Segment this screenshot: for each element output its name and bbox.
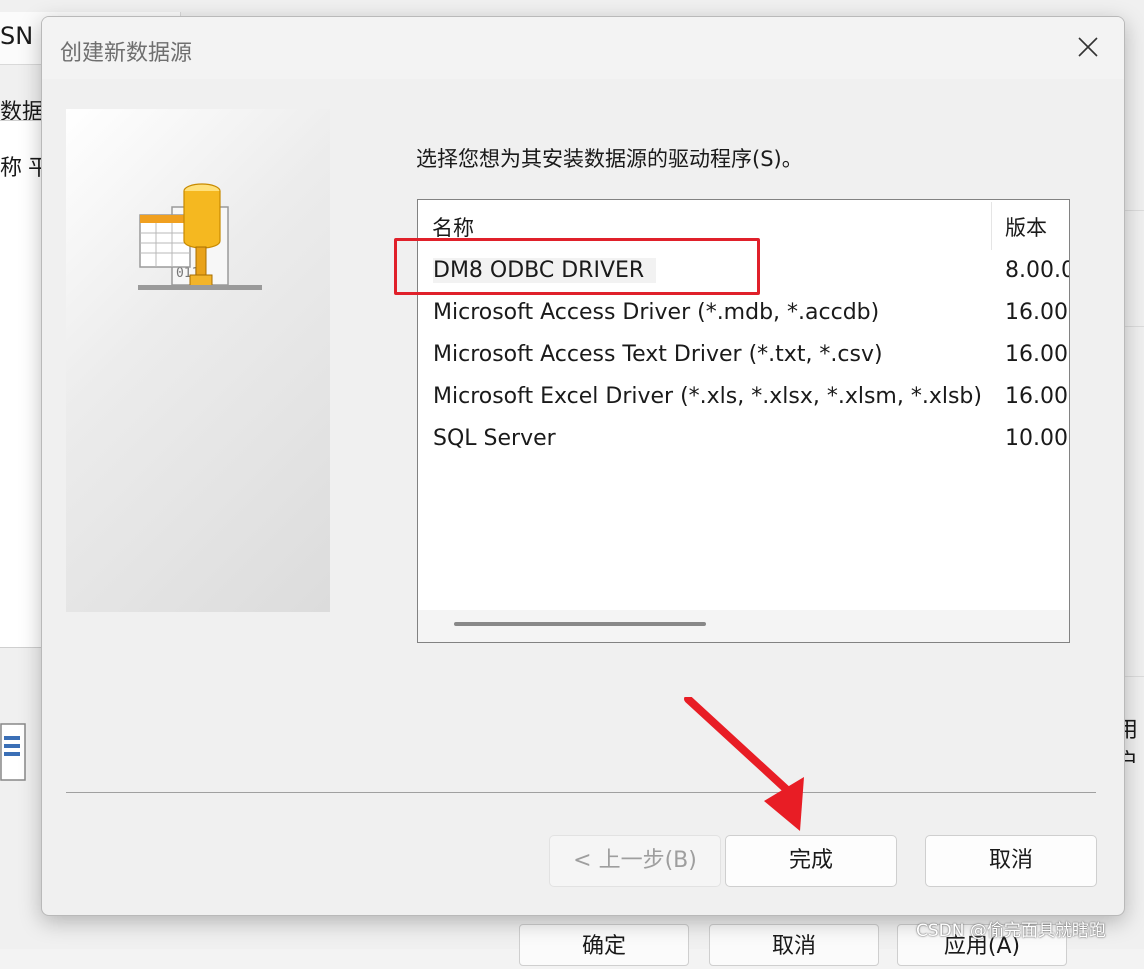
cancel-button[interactable]: 取消 [925,835,1097,887]
create-data-source-dialog: 创建新数据源 0110 选择您想为其安装数据源的驱动程序(S)。 名称 版本 D… [41,16,1125,916]
driver-name: Microsoft Access Text Driver (*.txt, *.c… [433,342,883,367]
driver-version: 16.00 [1005,342,1068,367]
driver-name: Microsoft Excel Driver (*.xls, *.xlsx, *… [433,384,982,409]
parent-column-header: 称 [0,156,23,181]
wizard-side-image: 0110 [66,109,330,612]
parent-tab-label: SN [0,22,34,50]
odbc-document-icon [0,722,26,782]
column-header-version[interactable]: 版本 [1005,212,1047,242]
database-network-icon: 0110 [138,183,262,290]
footer-divider [66,792,1096,793]
driver-list[interactable]: 名称 版本 DM8 ODBC DRIVER 8.00.0 Microsoft A… [417,199,1070,643]
horizontal-scrollbar[interactable] [418,610,1069,642]
close-icon [1078,37,1098,57]
scrollbar-thumb[interactable] [454,622,706,626]
watermark: CSDN @偷完面具就瞎跑 [916,921,1106,941]
list-header: 名称 版本 [418,200,1069,252]
close-button[interactable] [1066,27,1110,67]
column-header-name[interactable]: 名称 [432,212,474,242]
driver-version: 8.00.0 [1005,258,1070,283]
driver-row-excel[interactable]: Microsoft Excel Driver (*.xls, *.xlsx, *… [418,378,1069,418]
annotation-arrow-icon [684,697,804,831]
driver-version: 16.00 [1005,384,1068,409]
driver-row-access-text[interactable]: Microsoft Access Text Driver (*.txt, *.c… [418,336,1069,376]
driver-name: Microsoft Access Driver (*.mdb, *.accdb) [433,300,880,325]
dialog-title: 创建新数据源 [60,41,193,66]
driver-prompt: 选择您想为其安装数据源的驱动程序(S)。 [416,147,803,171]
driver-version: 16.00 [1005,300,1068,325]
driver-row-sql-server[interactable]: SQL Server 10.00 [418,420,1069,460]
driver-name: SQL Server [433,426,556,451]
back-button[interactable]: < 上一步(B) [549,835,721,887]
parent-list-panel [0,120,47,648]
dialog-titlebar: 创建新数据源 [42,17,1124,79]
finish-button[interactable]: 完成 [725,835,897,887]
column-separator[interactable] [991,202,992,250]
driver-row-dm8[interactable]: DM8 ODBC DRIVER 8.00.0 [418,252,1069,292]
driver-name: DM8 ODBC DRIVER [433,258,657,283]
parent-cancel-button[interactable]: 取消 [709,924,879,966]
driver-version: 10.00 [1005,426,1068,451]
parent-ok-button[interactable]: 确定 [519,924,689,966]
driver-row-access[interactable]: Microsoft Access Driver (*.mdb, *.accdb)… [418,294,1069,334]
